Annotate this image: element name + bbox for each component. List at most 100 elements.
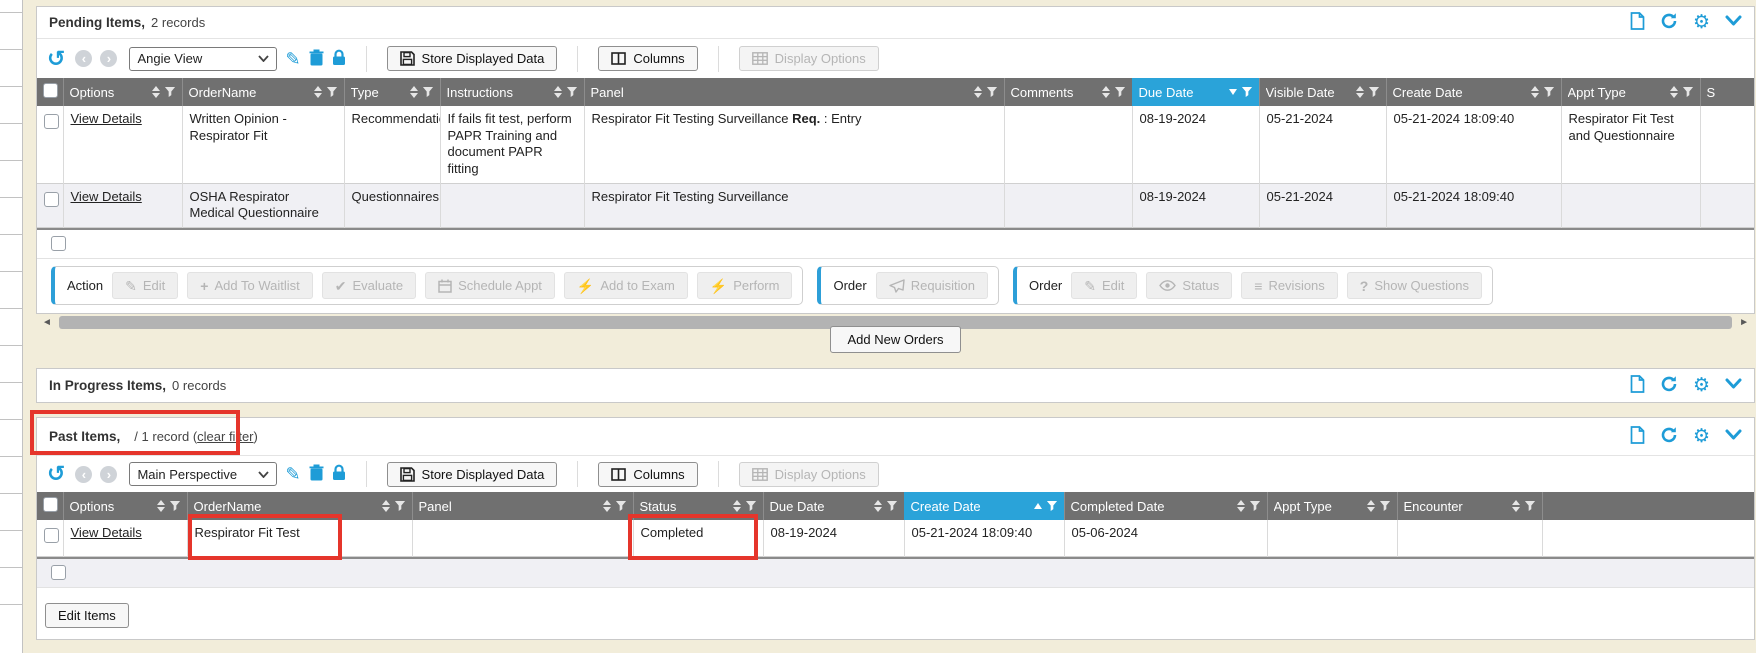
filter-icon[interactable] xyxy=(746,501,757,512)
collapse-chevron-icon[interactable] xyxy=(1725,429,1742,444)
export-document-icon[interactable] xyxy=(1630,12,1645,33)
edit-button[interactable]: ✎Edit xyxy=(112,272,178,299)
sort-icon[interactable] xyxy=(1237,500,1245,512)
col-instructions[interactable]: Instructions xyxy=(440,78,584,106)
filter-icon[interactable] xyxy=(1115,87,1126,98)
store-displayed-data-button[interactable]: Store Displayed Data xyxy=(387,46,558,71)
delete-view-trash-icon[interactable] xyxy=(309,464,324,484)
sort-icon[interactable] xyxy=(157,500,165,512)
view-details-link[interactable]: View Details xyxy=(71,525,142,540)
delete-view-trash-icon[interactable] xyxy=(309,49,324,69)
columns-button[interactable]: Columns xyxy=(598,46,697,71)
row-checkbox[interactable] xyxy=(44,192,59,207)
sort-desc-icon[interactable] xyxy=(1229,89,1237,95)
sort-icon[interactable] xyxy=(314,86,322,98)
edit-view-pencil-icon[interactable]: ✎ xyxy=(285,465,300,483)
filter-icon[interactable] xyxy=(165,87,176,98)
order-edit-button[interactable]: ✎Edit xyxy=(1071,272,1137,299)
store-displayed-data-button[interactable]: Store Displayed Data xyxy=(387,462,558,487)
sort-icon[interactable] xyxy=(410,86,418,98)
filter-icon[interactable] xyxy=(887,501,898,512)
prev-view-icon[interactable]: ‹ xyxy=(75,50,92,67)
lock-view-icon[interactable] xyxy=(332,49,346,69)
next-view-icon[interactable]: › xyxy=(100,50,117,67)
refresh-icon[interactable] xyxy=(1660,12,1678,33)
select-all-checkbox-cell[interactable] xyxy=(37,78,63,106)
gear-icon[interactable]: ⚙ xyxy=(1693,376,1710,395)
status-button[interactable]: Status xyxy=(1146,272,1232,299)
sort-icon[interactable] xyxy=(603,500,611,512)
view-details-link[interactable]: View Details xyxy=(71,111,142,126)
col-panel[interactable]: Panel xyxy=(584,78,1004,106)
select-all-checkbox[interactable] xyxy=(43,497,58,512)
sort-icon[interactable] xyxy=(382,500,390,512)
col-cutoff[interactable]: S xyxy=(1700,78,1754,106)
filter-icon[interactable] xyxy=(170,501,181,512)
col-options[interactable]: Options xyxy=(63,492,187,520)
undo-icon[interactable]: ↺ xyxy=(47,463,65,485)
view-details-link[interactable]: View Details xyxy=(71,189,142,204)
refresh-icon[interactable] xyxy=(1660,375,1678,396)
filter-icon[interactable] xyxy=(1544,87,1555,98)
collapse-chevron-icon[interactable] xyxy=(1725,378,1742,393)
next-view-icon[interactable]: › xyxy=(100,466,117,483)
select-all-checkbox[interactable] xyxy=(43,83,58,98)
requisition-button[interactable]: Requisition xyxy=(876,272,988,299)
col-due-date[interactable]: Due Date xyxy=(763,492,904,520)
sort-icon[interactable] xyxy=(874,500,882,512)
col-completed-date[interactable]: Completed Date xyxy=(1064,492,1267,520)
col-status[interactable]: Status xyxy=(633,492,763,520)
schedule-appt-button[interactable]: Schedule Appt xyxy=(425,272,555,299)
refresh-icon[interactable] xyxy=(1660,426,1678,447)
footer-checkbox[interactable] xyxy=(51,236,66,251)
col-appt-type[interactable]: Appt Type xyxy=(1267,492,1397,520)
evaluate-button[interactable]: ✔Evaluate xyxy=(322,272,416,299)
clear-filter-link[interactable]: clear filter xyxy=(197,429,253,444)
filter-icon[interactable] xyxy=(1369,87,1380,98)
sort-asc-icon[interactable] xyxy=(1034,503,1042,509)
display-options-button[interactable]: Display Options xyxy=(739,462,879,487)
filter-icon[interactable] xyxy=(1242,87,1253,98)
filter-icon[interactable] xyxy=(1683,87,1694,98)
lock-view-icon[interactable] xyxy=(332,464,346,484)
edit-items-button[interactable]: Edit Items xyxy=(45,603,129,628)
filter-icon[interactable] xyxy=(423,87,434,98)
filter-icon[interactable] xyxy=(395,501,406,512)
gear-icon[interactable]: ⚙ xyxy=(1693,13,1710,32)
col-type[interactable]: Type xyxy=(344,78,440,106)
sort-icon[interactable] xyxy=(152,86,160,98)
filter-icon[interactable] xyxy=(616,501,627,512)
prev-view-icon[interactable]: ‹ xyxy=(75,466,92,483)
sort-icon[interactable] xyxy=(554,86,562,98)
sort-icon[interactable] xyxy=(1367,500,1375,512)
collapse-chevron-icon[interactable] xyxy=(1725,15,1742,30)
row-checkbox[interactable] xyxy=(44,114,59,129)
filter-icon[interactable] xyxy=(1525,501,1536,512)
select-all-checkbox-cell[interactable] xyxy=(37,492,63,520)
sort-icon[interactable] xyxy=(974,86,982,98)
row-checkbox[interactable] xyxy=(44,528,59,543)
col-create-date[interactable]: Create Date xyxy=(1386,78,1561,106)
add-to-waitlist-button[interactable]: +Add To Waitlist xyxy=(187,272,312,299)
undo-icon[interactable]: ↺ xyxy=(47,48,65,70)
col-create-date-sorted[interactable]: Create Date xyxy=(904,492,1064,520)
col-visible-date[interactable]: Visible Date xyxy=(1259,78,1386,106)
edit-view-pencil-icon[interactable]: ✎ xyxy=(285,50,300,68)
perform-button[interactable]: ⚡Perform xyxy=(697,272,793,299)
add-new-orders-button[interactable]: Add New Orders xyxy=(830,326,960,353)
add-to-exam-button[interactable]: ⚡Add to Exam xyxy=(564,272,688,299)
export-document-icon[interactable] xyxy=(1630,426,1645,447)
filter-icon[interactable] xyxy=(1047,501,1058,512)
sort-icon[interactable] xyxy=(1670,86,1678,98)
perspective-select[interactable]: Main Perspective xyxy=(129,462,277,486)
col-options[interactable]: Options xyxy=(63,78,182,106)
col-ordername[interactable]: OrderName xyxy=(187,492,412,520)
sort-icon[interactable] xyxy=(1512,500,1520,512)
filter-icon[interactable] xyxy=(1250,501,1261,512)
view-select[interactable]: Angie View xyxy=(129,47,277,71)
col-comments[interactable]: Comments xyxy=(1004,78,1132,106)
filter-icon[interactable] xyxy=(567,87,578,98)
gear-icon[interactable]: ⚙ xyxy=(1693,427,1710,446)
show-questions-button[interactable]: ?Show Questions xyxy=(1347,272,1482,299)
columns-button[interactable]: Columns xyxy=(598,462,697,487)
